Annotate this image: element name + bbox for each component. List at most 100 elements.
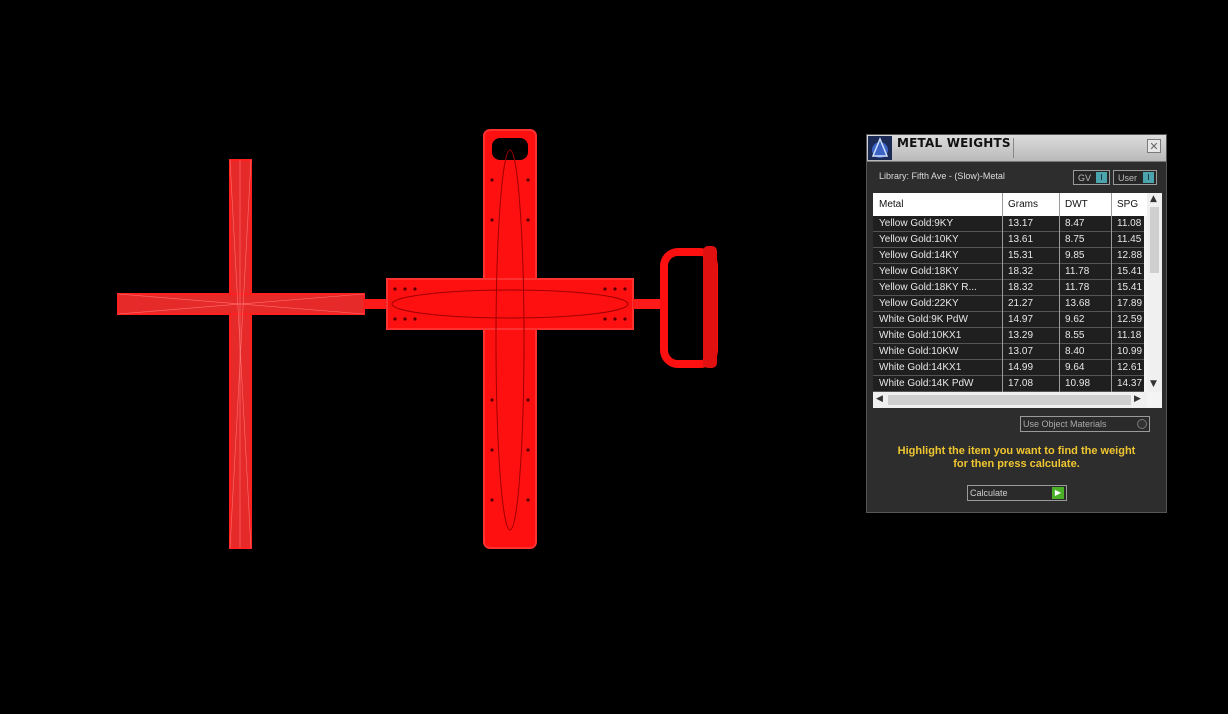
metal-cell: Yellow Gold:18KY <box>879 266 959 277</box>
grams-cell: 13.61 <box>1008 234 1034 245</box>
table-header: Metal Grams DWT SPG <box>873 193 1147 216</box>
radio-indicator-icon <box>1137 419 1147 429</box>
instruction-line-1: Highlight the item you want to find the … <box>897 445 1136 457</box>
user-toggle-label: User <box>1118 173 1138 183</box>
metal-cell: Yellow Gold:22KY <box>879 298 959 309</box>
grams-cell: 17.08 <box>1008 378 1034 389</box>
table-row[interactable]: White Gold:10KW 13.07 8.40 10.99 <box>873 344 1144 360</box>
vertical-scroll-thumb[interactable] <box>1150 207 1159 273</box>
close-button[interactable]: ✕ <box>1147 139 1161 153</box>
table-row[interactable]: Yellow Gold:18KY R... 18.32 11.78 15.41 <box>873 280 1144 296</box>
metal-cell: White Gold:10KW <box>879 346 959 357</box>
panel-titlebar[interactable]: METAL WEIGHTS ✕ <box>867 135 1166 162</box>
column-header-grams[interactable]: Grams <box>1002 193 1059 216</box>
column-header-metal[interactable]: Metal <box>873 193 1002 216</box>
horizontal-scroll-thumb[interactable] <box>888 395 1131 405</box>
table-row[interactable]: White Gold:14KX1 14.99 9.64 12.61 <box>873 360 1144 376</box>
spg-cell: 11.18 <box>1117 330 1142 341</box>
spg-cell: 11.45 <box>1117 234 1142 245</box>
table-row[interactable]: Yellow Gold:18KY 18.32 11.78 15.41 <box>873 264 1144 280</box>
spg-cell: 12.88 <box>1117 250 1143 261</box>
dwt-cell: 11.78 <box>1065 282 1090 293</box>
metal-cell: Yellow Gold:10KY <box>879 234 959 245</box>
dwt-cell: 9.62 <box>1065 314 1085 325</box>
instruction-text: Highlight the item you want to find the … <box>867 445 1166 471</box>
gv-toggle-knob: I <box>1096 172 1107 183</box>
spg-cell: 12.59 <box>1117 314 1143 325</box>
grams-cell: 15.31 <box>1008 250 1034 261</box>
spg-cell: 12.61 <box>1117 362 1143 373</box>
metal-cell: Yellow Gold:9KY <box>879 218 954 229</box>
grams-cell: 14.99 <box>1008 362 1034 373</box>
spg-cell: 10.99 <box>1117 346 1143 357</box>
metal-weights-panel: METAL WEIGHTS ✕ Library: Fifth Ave - (Sl… <box>866 134 1167 513</box>
instruction-line-2: for then press calculate. <box>953 458 1080 470</box>
grams-cell: 13.29 <box>1008 330 1034 341</box>
spg-cell: 11.08 <box>1117 218 1142 229</box>
column-header-spg[interactable]: SPG <box>1111 193 1147 216</box>
spg-cell: 17.89 <box>1117 298 1143 309</box>
vertical-scrollbar[interactable]: ▲ ▼ <box>1147 193 1162 392</box>
dwt-cell: 9.85 <box>1065 250 1085 261</box>
metal-cell: White Gold:14KX1 <box>879 362 962 373</box>
scroll-left-icon[interactable]: ◀ <box>876 394 883 404</box>
title-divider <box>1013 138 1014 158</box>
grams-cell: 18.32 <box>1008 282 1034 293</box>
dwt-cell: 8.47 <box>1065 218 1085 229</box>
column-divider <box>1059 193 1060 392</box>
user-toggle[interactable]: User I <box>1113 170 1157 185</box>
dwt-cell: 8.40 <box>1065 346 1085 357</box>
scroll-up-icon[interactable]: ▲ <box>1150 194 1157 204</box>
spg-cell: 14.37 <box>1117 378 1143 389</box>
gv-toggle[interactable]: GV I <box>1073 170 1110 185</box>
metal-cell: Yellow Gold:14KY <box>879 250 959 261</box>
grams-cell: 18.32 <box>1008 266 1034 277</box>
dwt-cell: 8.75 <box>1065 234 1085 245</box>
dwt-cell: 9.64 <box>1065 362 1085 373</box>
table-row[interactable]: White Gold:9K PdW 14.97 9.62 12.59 <box>873 312 1144 328</box>
use-object-materials-toggle[interactable]: Use Object Materials <box>1020 416 1150 432</box>
bail-model[interactable] <box>660 246 718 368</box>
scroll-down-icon[interactable]: ▼ <box>1150 379 1157 389</box>
horizontal-scrollbar[interactable]: ◀ ▶ <box>873 392 1147 408</box>
panel-title: METAL WEIGHTS <box>897 136 1011 150</box>
calculate-button[interactable]: Calculate ▶ <box>967 485 1067 501</box>
gv-toggle-label: GV <box>1078 173 1092 183</box>
metal-cell: White Gold:9K PdW <box>879 314 968 325</box>
library-label: Library: Fifth Ave - (Slow)-Metal <box>879 171 1005 181</box>
dwt-cell: 10.98 <box>1065 378 1091 389</box>
dwt-cell: 13.68 <box>1065 298 1091 309</box>
metal-table: Metal Grams DWT SPG Yellow Gold:9KY 13.17… <box>873 193 1162 408</box>
connector-right <box>633 299 663 309</box>
pave-cross-model[interactable] <box>386 129 634 549</box>
table-row[interactable]: Yellow Gold:10KY 13.61 8.75 11.45 <box>873 232 1144 248</box>
metal-cell: White Gold:10KX1 <box>879 330 962 341</box>
table-row[interactable]: Yellow Gold:9KY 13.17 8.47 11.08 <box>873 216 1144 232</box>
grams-cell: 13.07 <box>1008 346 1034 357</box>
column-header-dwt[interactable]: DWT <box>1059 193 1111 216</box>
table-row[interactable]: Yellow Gold:14KY 15.31 9.85 12.88 <box>873 248 1144 264</box>
user-toggle-knob: I <box>1143 172 1154 183</box>
metal-cell: White Gold:14K PdW <box>879 378 974 389</box>
spg-cell: 15.41 <box>1117 282 1143 293</box>
dwt-cell: 11.78 <box>1065 266 1090 277</box>
table-row[interactable]: White Gold:14K PdW 17.08 10.98 14.37 <box>873 376 1144 392</box>
column-divider <box>1111 193 1112 392</box>
table-body: Yellow Gold:9KY 13.17 8.47 11.08 Yellow Gold… <box>873 216 1144 392</box>
app-logo-icon <box>868 136 892 160</box>
grams-cell: 13.17 <box>1008 218 1034 229</box>
scroll-right-icon[interactable]: ▶ <box>1134 394 1141 404</box>
table-row[interactable]: Yellow Gold:22KY 21.27 13.68 17.89 <box>873 296 1144 312</box>
simple-cross-model[interactable] <box>117 159 365 549</box>
use-object-materials-label: Use Object Materials <box>1023 419 1107 429</box>
dwt-cell: 8.55 <box>1065 330 1085 341</box>
grams-cell: 14.97 <box>1008 314 1034 325</box>
column-divider <box>1002 193 1003 392</box>
connector-left <box>364 299 389 309</box>
grams-cell: 21.27 <box>1008 298 1034 309</box>
calculate-label: Calculate <box>970 488 1008 498</box>
close-icon: ✕ <box>1149 140 1159 153</box>
spg-cell: 15.41 <box>1117 266 1143 277</box>
table-row[interactable]: White Gold:10KX1 13.29 8.55 11.18 <box>873 328 1144 344</box>
play-arrow-icon: ▶ <box>1052 487 1064 499</box>
